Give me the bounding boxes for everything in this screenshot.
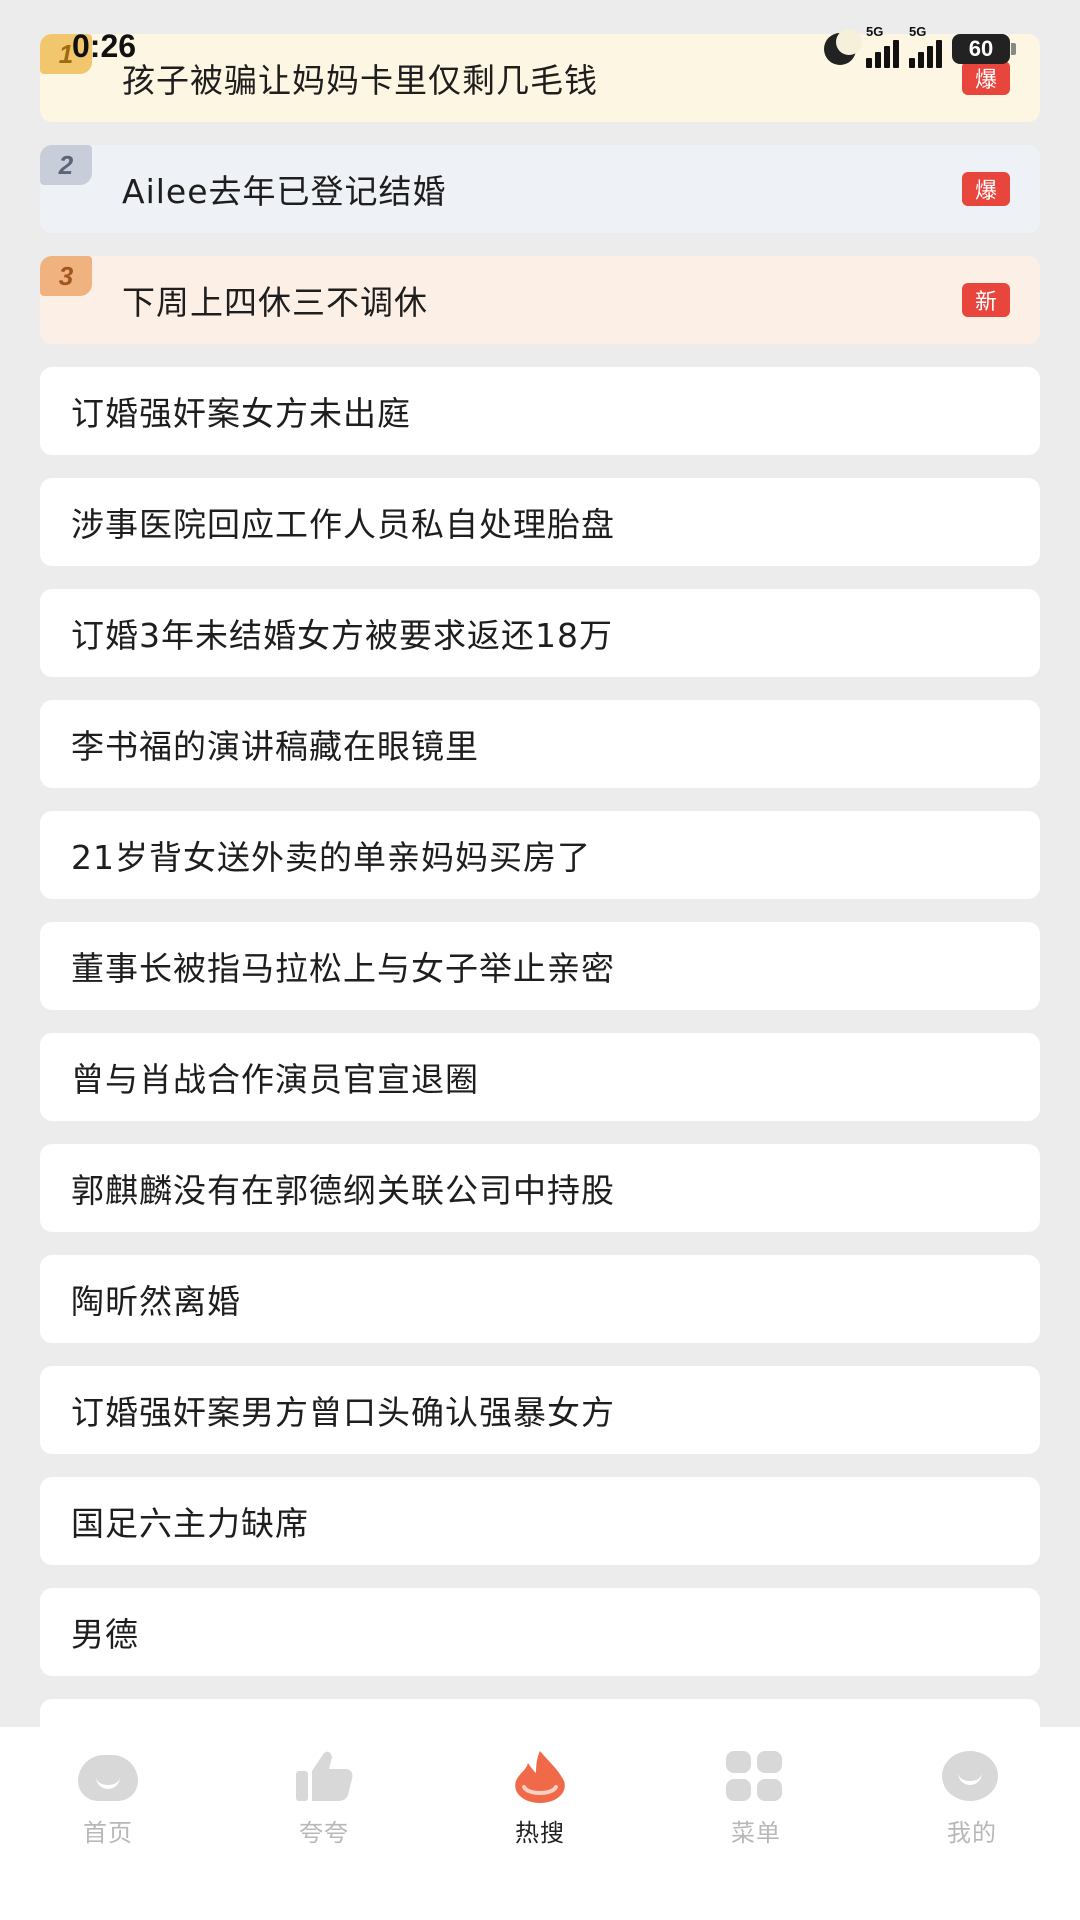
hot-item-4[interactable]: 订婚强奸案女方未出庭	[40, 367, 1040, 455]
rank-badge-silver: 2	[40, 145, 92, 185]
profile-face-icon	[942, 1749, 1002, 1803]
hot-item-title: 李书福的演讲稿藏在眼镜里	[71, 727, 479, 766]
hot-item-title: 国足六主力缺席	[71, 1504, 309, 1543]
hot-item-title: 订婚强奸案男方曾口头确认强暴女方	[71, 1393, 615, 1432]
rank-badge-bronze: 3	[40, 256, 92, 296]
thumbs-up-icon	[294, 1749, 354, 1803]
hot-item-title: 男德	[71, 1615, 139, 1654]
hot-item-title: 郭麒麟没有在郭德纲关联公司中持股	[71, 1171, 615, 1210]
hot-item-title: 订婚强奸案女方未出庭	[71, 394, 411, 433]
hot-item-11[interactable]: 郭麒麟没有在郭德纲关联公司中持股	[40, 1144, 1040, 1232]
hot-item-7[interactable]: 李书福的演讲稿藏在眼镜里	[40, 700, 1040, 788]
nav-label: 菜单	[731, 1819, 781, 1847]
nav-label: 首页	[83, 1819, 133, 1847]
nav-label: 热搜	[515, 1819, 565, 1847]
nav-tab-me[interactable]: 我的	[864, 1727, 1080, 1920]
nav-tab-menu[interactable]: 菜单	[648, 1727, 864, 1920]
hot-item-title: 涉事医院回应工作人员私自处理胎盘	[71, 505, 615, 544]
hot-item-title: 21岁背女送外卖的单亲妈妈买房了	[71, 838, 591, 877]
flame-icon	[510, 1749, 570, 1803]
hot-item-title: 陶昕然离婚	[71, 1282, 241, 1321]
hot-item-10[interactable]: 曾与肖战合作演员官宣退圈	[40, 1033, 1040, 1121]
grid-menu-icon	[726, 1749, 786, 1803]
hot-item-2[interactable]: 2 Ailee去年已登记结婚 爆	[40, 145, 1040, 233]
hot-item-8[interactable]: 21岁背女送外卖的单亲妈妈买房了	[40, 811, 1040, 899]
hot-search-list: 1 孩子被骗让妈妈卡里仅剩几毛钱 爆 2 Ailee去年已登记结婚 爆 3 下周…	[40, 34, 1040, 1810]
hot-tag-badge: 爆	[962, 172, 1010, 206]
hot-item-5[interactable]: 涉事医院回应工作人员私自处理胎盘	[40, 478, 1040, 566]
nav-label: 我的	[947, 1819, 997, 1847]
new-tag-badge: 新	[962, 283, 1010, 317]
nav-label: 夸夸	[299, 1819, 349, 1847]
hot-item-title: Ailee去年已登记结婚	[122, 172, 447, 211]
hot-item-title: 董事长被指马拉松上与女子举止亲密	[71, 949, 615, 988]
hot-item-title: 曾与肖战合作演员官宣退圈	[71, 1060, 479, 1099]
home-face-icon	[78, 1749, 138, 1803]
hot-item-title: 订婚3年未结婚女方被要求返还18万	[71, 616, 613, 655]
nav-tab-hot-search[interactable]: 热搜	[432, 1727, 648, 1920]
bottom-nav-bar: 首页 夸夸 热搜 菜单 我的	[0, 1727, 1080, 1920]
hot-item-3[interactable]: 3 下周上四休三不调休 新	[40, 256, 1040, 344]
hot-item-1[interactable]: 1 孩子被骗让妈妈卡里仅剩几毛钱 爆	[40, 34, 1040, 122]
hot-tag-badge: 爆	[962, 61, 1010, 95]
hot-item-9[interactable]: 董事长被指马拉松上与女子举止亲密	[40, 922, 1040, 1010]
nav-tab-praise[interactable]: 夸夸	[216, 1727, 432, 1920]
hot-item-14[interactable]: 国足六主力缺席	[40, 1477, 1040, 1565]
hot-search-screen: 0:26 5G 5G 60 1 孩子被骗让妈妈卡里仅剩几毛钱 爆 2 Ailee…	[0, 0, 1080, 1920]
nav-tab-home[interactable]: 首页	[0, 1727, 216, 1920]
hot-item-12[interactable]: 陶昕然离婚	[40, 1255, 1040, 1343]
hot-item-6[interactable]: 订婚3年未结婚女方被要求返还18万	[40, 589, 1040, 677]
rank-badge-gold: 1	[40, 34, 92, 74]
hot-item-title: 孩子被骗让妈妈卡里仅剩几毛钱	[122, 61, 598, 100]
hot-item-title: 下周上四休三不调休	[122, 283, 428, 322]
hot-item-13[interactable]: 订婚强奸案男方曾口头确认强暴女方	[40, 1366, 1040, 1454]
hot-item-15[interactable]: 男德	[40, 1588, 1040, 1676]
